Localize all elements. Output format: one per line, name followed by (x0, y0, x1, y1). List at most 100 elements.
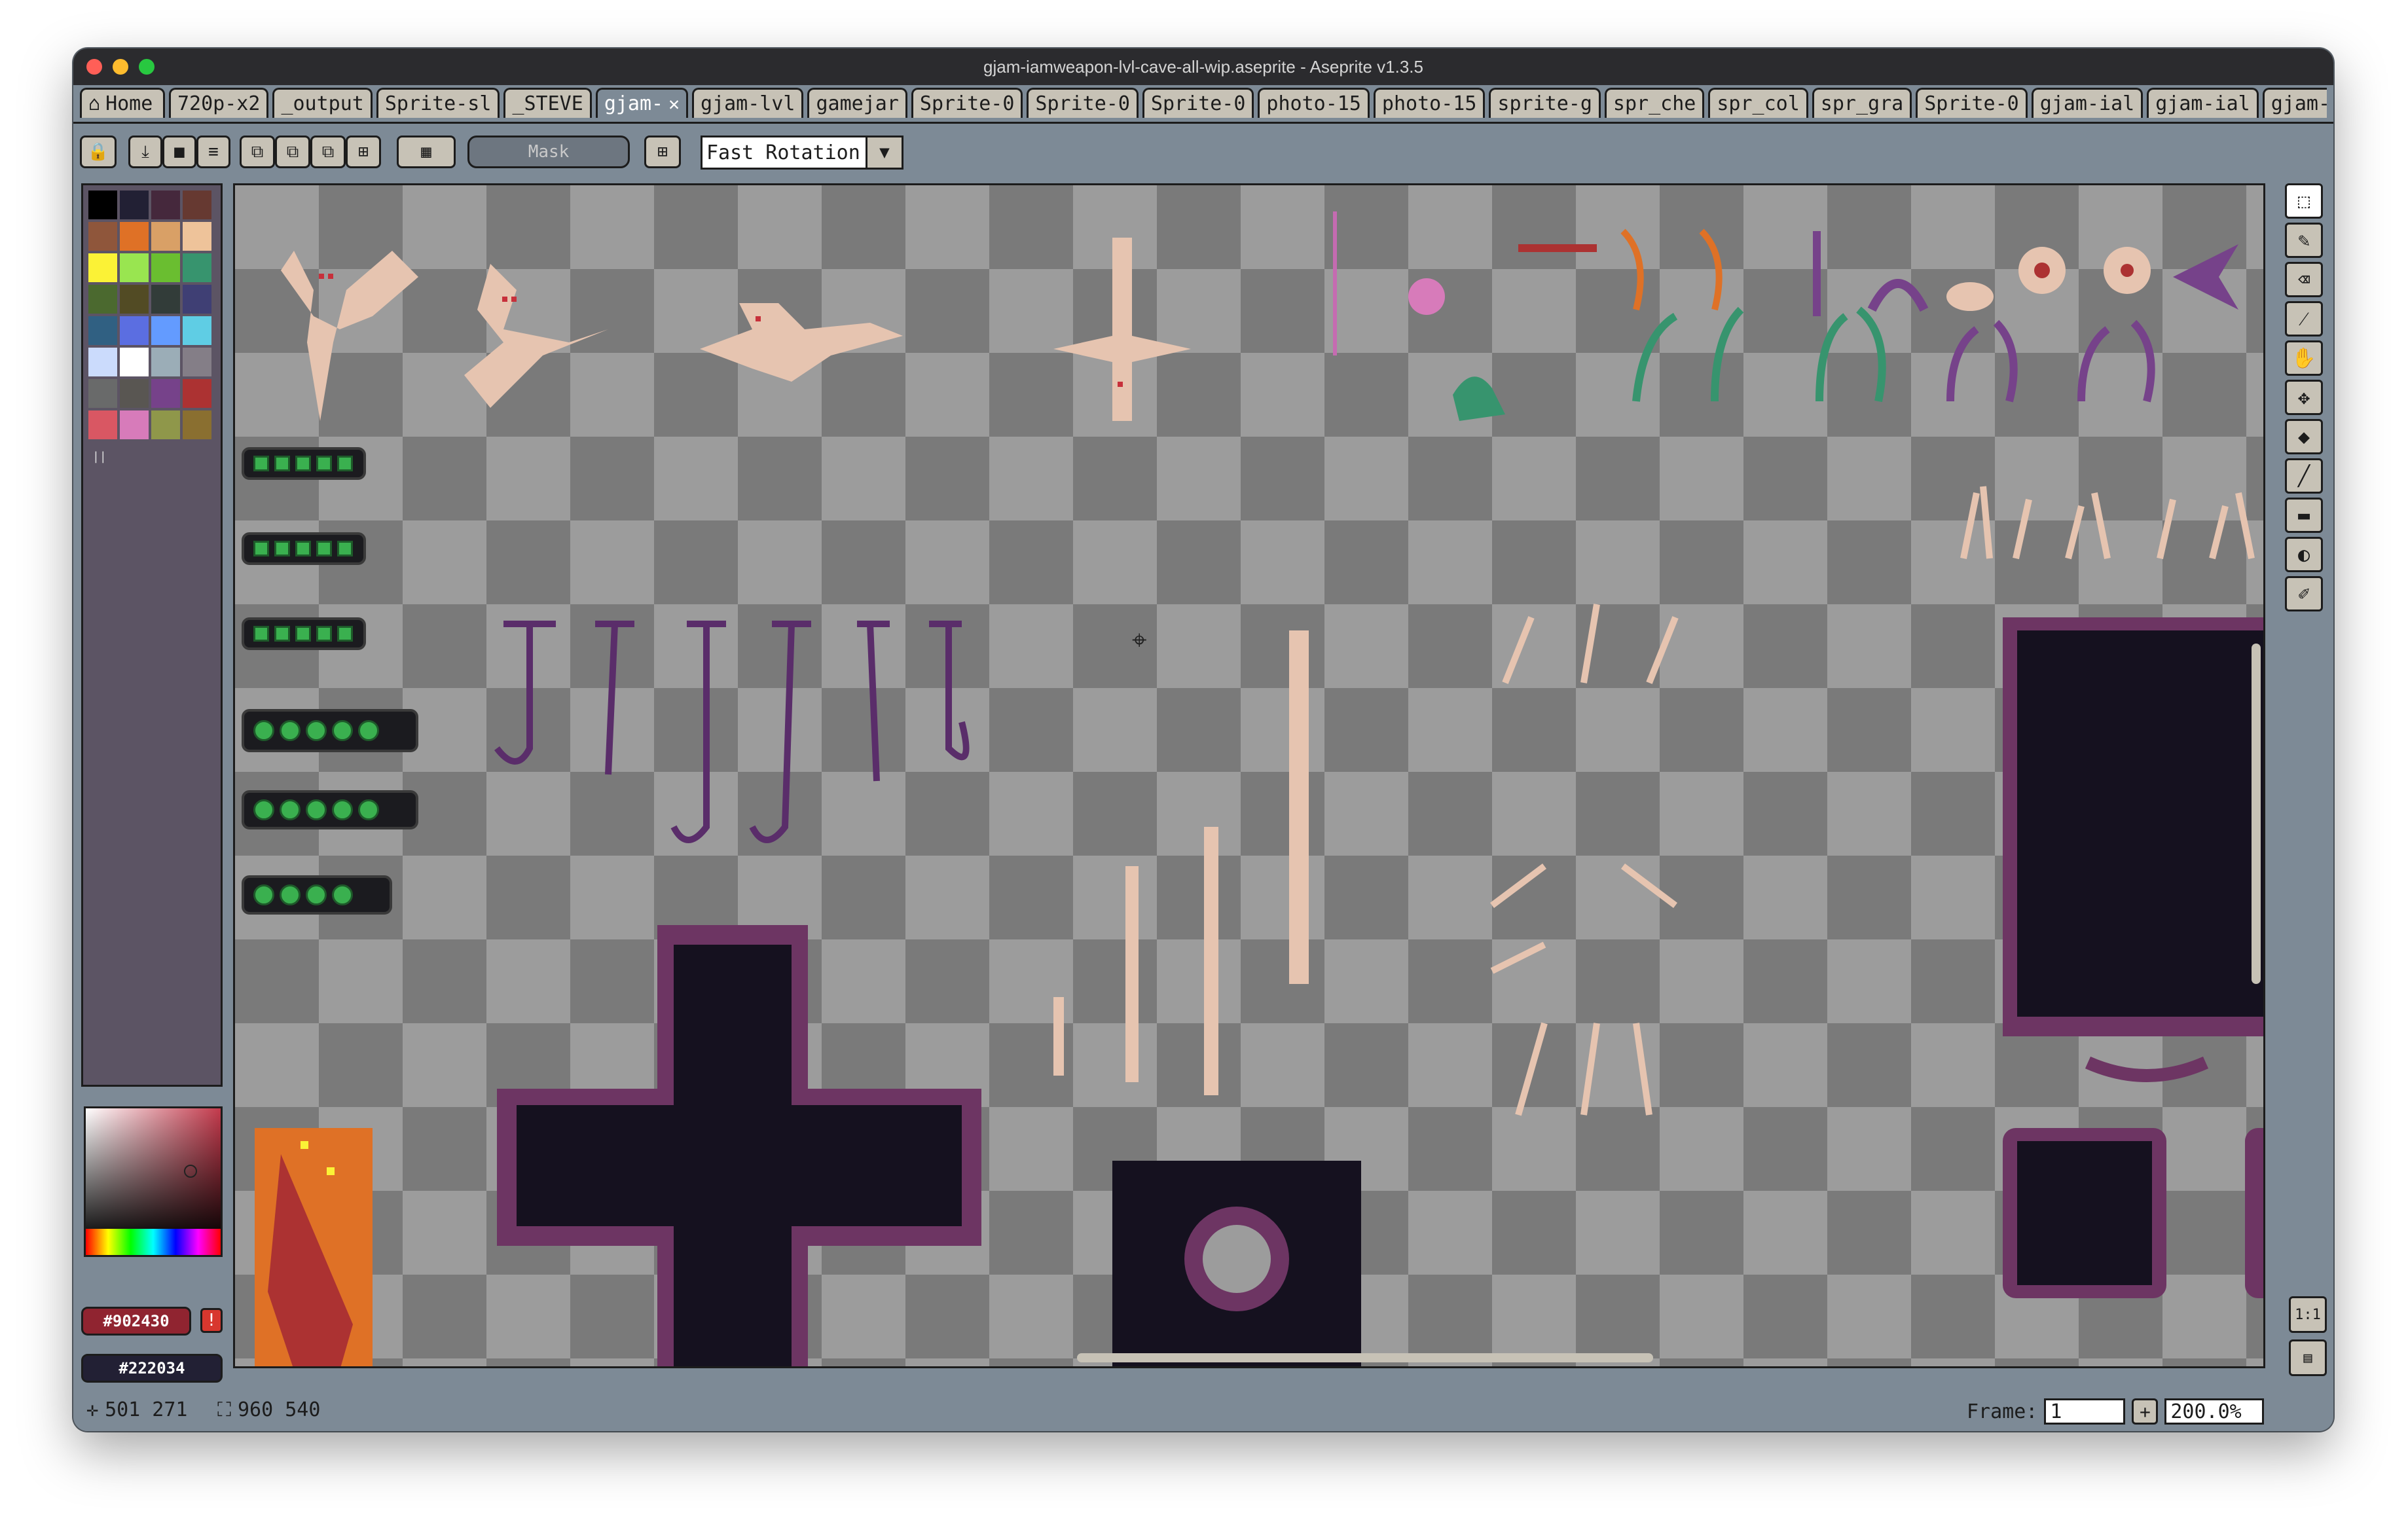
intersect-selection-icon[interactable]: ⊞ (346, 136, 381, 168)
hand-icon[interactable]: ✋ (2285, 340, 2323, 376)
palette-swatch[interactable] (151, 285, 180, 314)
palette-swatch[interactable] (120, 285, 149, 314)
palette-swatch[interactable] (88, 379, 117, 408)
background-color-field[interactable]: #222034 (81, 1354, 223, 1383)
palette-swatch[interactable] (88, 222, 117, 251)
palette-swatch[interactable] (120, 379, 149, 408)
tab-spr-col[interactable]: spr_col (1708, 88, 1808, 118)
add-frame-icon[interactable]: + (2132, 1398, 2159, 1425)
mask-button[interactable]: Mask (467, 136, 630, 168)
palette-swatch[interactable] (88, 285, 117, 314)
lock-icon[interactable]: 🔒 (80, 136, 117, 168)
blur-icon[interactable]: ✐ (2285, 576, 2323, 611)
palette-swatch[interactable] (183, 410, 211, 439)
tab-home[interactable]: ⌂ Home (80, 88, 165, 118)
tab-sprite-0[interactable]: Sprite-0 (1142, 88, 1254, 118)
contour-icon[interactable]: ◐ (2285, 537, 2323, 572)
move-icon[interactable]: ✥ (2285, 380, 2323, 415)
palette-swatch[interactable] (120, 316, 149, 345)
rectangle-icon[interactable]: ▬ (2285, 498, 2323, 533)
rotation-algorithm-select[interactable]: Fast Rotation ▼ (701, 136, 903, 170)
close-window-button[interactable] (86, 59, 102, 75)
transparent-color-icon[interactable]: ▦ (397, 136, 456, 168)
tab-gjam-active[interactable]: gjam- ✕ (595, 88, 688, 118)
frame-input[interactable]: 1 (2044, 1398, 2126, 1425)
tools-panel: ⬚ ✎ ⌫ ⁄ ✋ ✥ ◆ ╱ ▬ ◐ ✐ (2285, 183, 2327, 668)
status-bar: ✛ 501 271 ⛶ 960 540 Frame: 1 + 200.0% (73, 1391, 2333, 1431)
sprite-canvas[interactable]: ⌖ (233, 183, 2265, 1368)
palette-swatch[interactable] (120, 191, 149, 219)
palette-swatch[interactable] (151, 253, 180, 282)
tab-gjam-ial[interactable]: gjam-ial (2031, 88, 2143, 118)
tab-spr-gra[interactable]: spr_gra (1812, 88, 1912, 118)
palette-swatch[interactable] (151, 191, 180, 219)
tab-720p-x2[interactable]: 720p-x2 (169, 88, 269, 118)
frame-label: Frame: (1967, 1400, 2038, 1423)
palette-swatch[interactable] (183, 253, 211, 282)
palette-swatch[interactable] (183, 316, 211, 345)
rect-marquee-icon[interactable]: ⬚ (2285, 183, 2323, 219)
palette-swatch[interactable] (183, 348, 211, 376)
palette-swatch[interactable] (120, 410, 149, 439)
palette-swatch[interactable] (120, 222, 149, 251)
selection-add-icon[interactable]: ⤓ (128, 136, 162, 168)
tab-sprite-0[interactable]: Sprite-0 (1916, 88, 2028, 118)
add-selection-icon[interactable]: ⧉ (275, 136, 310, 168)
eyedropper-icon[interactable]: ⁄ (2285, 301, 2323, 337)
paint-bucket-icon[interactable]: ◆ (2285, 419, 2323, 454)
chevron-down-icon[interactable]: ▼ (866, 137, 902, 168)
palette-swatch[interactable] (151, 410, 180, 439)
subtract-selection-icon[interactable]: ⧉ (310, 136, 346, 168)
tab-photo-15[interactable]: photo-15 (1373, 88, 1486, 118)
palette-resize-handle[interactable]: || (92, 450, 107, 464)
tab-photo-15[interactable]: photo-15 (1258, 88, 1370, 118)
tab-spr-che[interactable]: spr_che (1604, 88, 1705, 118)
color-picker[interactable] (84, 1106, 223, 1257)
zoom-window-button[interactable] (139, 59, 155, 75)
pivot-icon[interactable]: ⊞ (644, 136, 681, 168)
palette-swatch[interactable] (183, 379, 211, 408)
tab-sprite-0[interactable]: Sprite-0 (1027, 88, 1139, 118)
palette-swatch[interactable] (120, 253, 149, 282)
palette-swatch[interactable] (88, 348, 117, 376)
close-tab-icon[interactable]: ✕ (668, 93, 680, 115)
tab-sprite-sl[interactable]: Sprite-sl (376, 88, 500, 118)
tab-sprite-g[interactable]: sprite-g (1489, 88, 1601, 118)
palette-swatch[interactable] (183, 285, 211, 314)
tab-gjam-ial[interactable]: gjam-ial (2262, 88, 2327, 118)
palette-swatch[interactable] (151, 316, 180, 345)
replace-selection-icon[interactable]: ⧉ (240, 136, 275, 168)
tab-steve[interactable]: _STEVE (503, 88, 592, 118)
zoom-input[interactable]: 200.0% (2164, 1398, 2265, 1425)
selection-default-icon[interactable]: ■ (162, 136, 196, 168)
tab-sprite-0[interactable]: Sprite-0 (911, 88, 1023, 118)
ammo-bar (242, 447, 366, 480)
tab-output[interactable]: _output (272, 88, 373, 118)
tab-gamejar[interactable]: gamejar (807, 88, 907, 118)
pencil-icon[interactable]: ✎ (2285, 223, 2323, 258)
horizontal-scrollbar[interactable] (1077, 1353, 1653, 1362)
hue-slider[interactable] (86, 1229, 221, 1255)
palette-swatch[interactable] (88, 410, 117, 439)
tab-gjam-ial[interactable]: gjam-ial (2147, 88, 2259, 118)
palette-swatch[interactable] (151, 348, 180, 376)
palette-swatch[interactable] (183, 191, 211, 219)
palette-swatch[interactable] (151, 222, 180, 251)
vertical-scrollbar[interactable] (2252, 644, 2261, 984)
palette-swatch[interactable] (88, 253, 117, 282)
eraser-icon[interactable]: ⌫ (2285, 262, 2323, 297)
foreground-color-field[interactable]: #902430 (81, 1307, 191, 1336)
warning-icon[interactable]: ! (200, 1308, 223, 1333)
palette-swatch[interactable] (88, 191, 117, 219)
line-icon[interactable]: ╱ (2285, 458, 2323, 494)
tab-gjam-lvl[interactable]: gjam-lvl (691, 88, 804, 118)
selection-menu-icon[interactable]: ≡ (196, 136, 230, 168)
palette-swatch[interactable] (120, 348, 149, 376)
timeline-toggle-icon[interactable]: ▤ (2289, 1339, 2327, 1376)
palette-swatch[interactable] (151, 379, 180, 408)
palette-swatch[interactable] (183, 222, 211, 251)
minimize-window-button[interactable] (113, 59, 128, 75)
color-picker-cursor[interactable] (184, 1165, 197, 1178)
one-to-one-zoom-icon[interactable]: 1:1 (2289, 1296, 2327, 1333)
palette-swatch[interactable] (88, 316, 117, 345)
